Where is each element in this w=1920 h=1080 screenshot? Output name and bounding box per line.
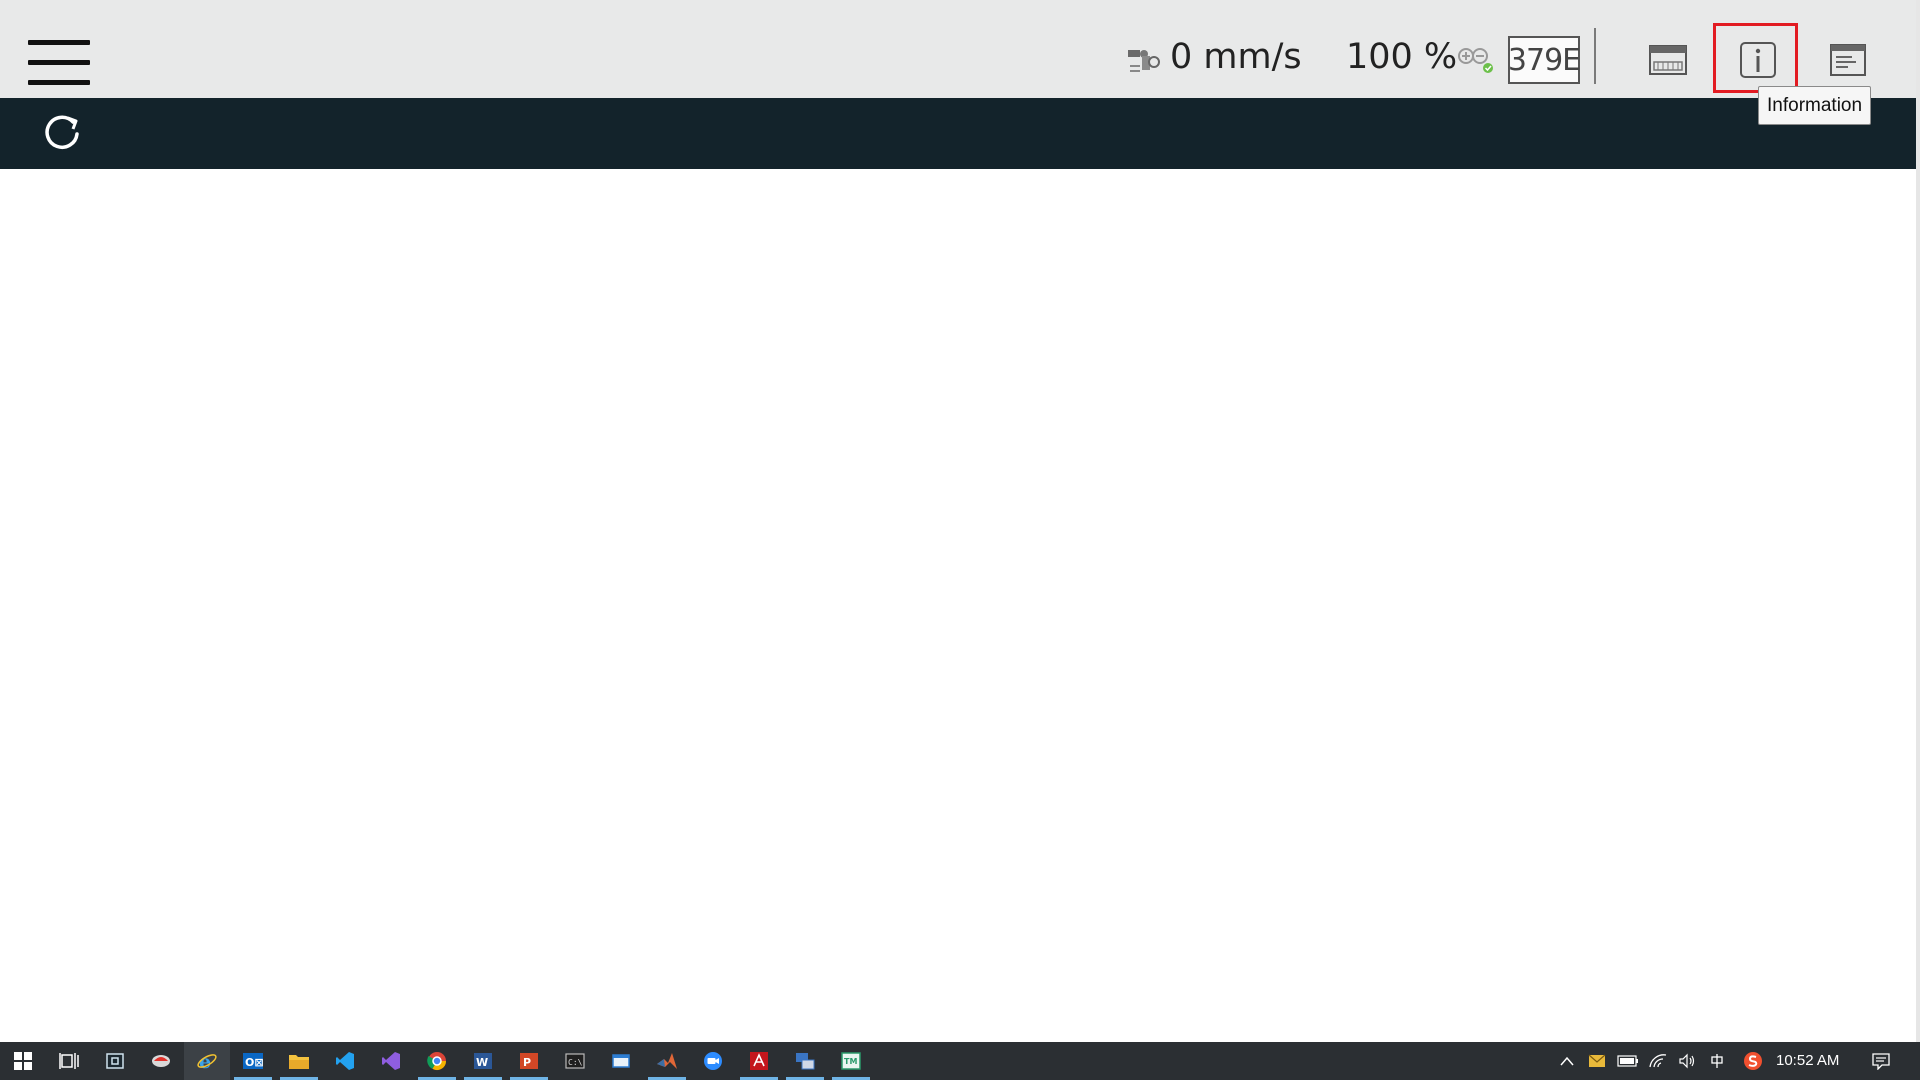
svg-text:TM: TM	[844, 1057, 857, 1066]
zoom-app-icon[interactable]	[690, 1042, 736, 1080]
zoom-icon[interactable]	[1456, 46, 1496, 76]
app-manager-icon[interactable]	[92, 1042, 138, 1080]
chrome-icon[interactable]	[414, 1042, 460, 1080]
terminal-icon[interactable]: C:\	[552, 1042, 598, 1080]
internet-explorer-icon[interactable]: e	[184, 1042, 230, 1080]
content-header-bar	[0, 98, 1916, 169]
input-method-icon[interactable]	[1704, 1042, 1730, 1080]
outlook-icon[interactable]: O⊠	[230, 1042, 276, 1080]
log-window-icon[interactable]	[1828, 40, 1868, 80]
information-icon[interactable]	[1738, 40, 1778, 80]
file-explorer-icon[interactable]	[276, 1042, 322, 1080]
svg-text:P: P	[523, 1056, 531, 1069]
acrobat-icon[interactable]	[736, 1042, 782, 1080]
word-icon[interactable]: W	[460, 1042, 506, 1080]
speed-readout[interactable]: 0 mm/s	[1170, 37, 1302, 77]
task-view-icon[interactable]	[46, 1042, 92, 1080]
battery-icon[interactable]	[1614, 1042, 1642, 1080]
status-code-box[interactable]: 379E	[1508, 36, 1581, 84]
clock[interactable]: 10:52 AM	[1776, 1042, 1839, 1080]
windows-taskbar: e O⊠ W P C:\ TM 10:52 AM	[0, 1042, 1920, 1080]
sogou-icon[interactable]	[1738, 1042, 1768, 1080]
robot-studio-icon[interactable]	[138, 1042, 184, 1080]
visual-studio-icon[interactable]	[368, 1042, 414, 1080]
svg-text:O⊠: O⊠	[245, 1056, 264, 1069]
refresh-icon[interactable]	[40, 112, 84, 156]
main-content-area	[0, 169, 1916, 1042]
top-toolbar: 0 mm/s 100 % 379E	[0, 0, 1920, 98]
mail-icon[interactable]	[1584, 1042, 1610, 1080]
teach-pendant-app-icon[interactable]: TM	[828, 1042, 874, 1080]
matlab-icon[interactable]	[644, 1042, 690, 1080]
window-edge	[1916, 0, 1920, 1042]
show-hidden-icons-chevron[interactable]	[1554, 1042, 1580, 1080]
wifi-icon[interactable]	[1644, 1042, 1672, 1080]
powerpoint-icon[interactable]: P	[506, 1042, 552, 1080]
volume-icon[interactable]	[1674, 1042, 1700, 1080]
menu-icon[interactable]	[28, 40, 90, 86]
start-icon[interactable]	[0, 1042, 46, 1080]
remote-app-icon[interactable]	[782, 1042, 828, 1080]
svg-text:C:\: C:\	[568, 1058, 583, 1067]
tablet-app-icon[interactable]	[598, 1042, 644, 1080]
information-tooltip: Information	[1758, 86, 1872, 125]
toolbar-divider	[1594, 28, 1596, 84]
keyboard-icon[interactable]	[1648, 40, 1688, 80]
zoom-readout[interactable]: 100 %	[1346, 37, 1457, 77]
robot-speed-icon[interactable]	[1126, 44, 1162, 76]
notification-icon[interactable]	[1864, 1042, 1898, 1080]
vscode-icon[interactable]	[322, 1042, 368, 1080]
svg-text:W: W	[476, 1056, 488, 1069]
